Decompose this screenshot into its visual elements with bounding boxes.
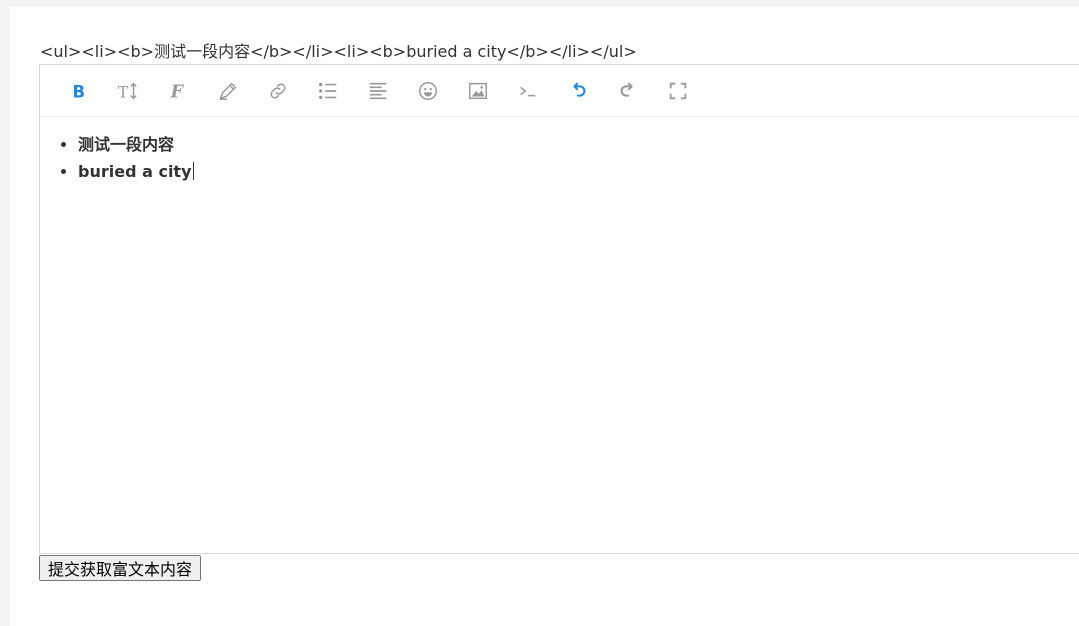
fullscreen-icon [669,82,687,99]
editor-content[interactable]: 测试一段内容 buried a city [40,117,1079,185]
page: <ul><li><b>测试一段内容</b></li><li><b>buried … [10,7,1079,626]
bullet-list: 测试一段内容 buried a city [78,131,1079,185]
list-icon [319,82,337,99]
svg-text:B: B [73,82,86,101]
editor-toolbar: B T F [40,65,1079,117]
text-caret [192,162,194,180]
undo-icon [573,82,586,97]
bold-button[interactable]: B [53,71,103,111]
smile-icon [419,81,437,100]
color-button[interactable] [203,71,253,111]
link-button[interactable] [253,71,303,111]
align-button[interactable] [353,71,403,111]
link-icon [270,83,286,98]
code-button[interactable] [503,71,553,111]
fullscreen-button[interactable] [653,71,703,111]
list-item: buried a city [78,158,1079,185]
svg-text:F: F [170,82,185,102]
emoji-button[interactable] [403,71,453,111]
image-button[interactable] [453,71,503,111]
svg-text:T: T [118,83,129,101]
text-height-icon: T [118,82,137,101]
font-size-button[interactable]: T [103,71,153,111]
pencil-icon [219,82,237,100]
font-family-icon: F [170,82,185,102]
html-output-text: <ul><li><b>测试一段内容</b></li><li><b>buried … [40,42,637,61]
submit-button[interactable]: 提交获取富文本内容 [39,555,202,581]
image-icon [469,82,487,99]
font-family-button[interactable]: F [153,71,203,111]
redo-button[interactable] [603,71,653,111]
list-item: 测试一段内容 [78,131,1079,158]
undo-button[interactable] [553,71,603,111]
align-left-icon [369,82,387,99]
list-button[interactable] [303,71,353,111]
bold-icon: B [73,82,86,101]
rich-text-editor: B T F • 测试一段内容 • buried a city [39,64,1079,554]
terminal-icon [520,86,536,96]
redo-icon [620,82,633,97]
